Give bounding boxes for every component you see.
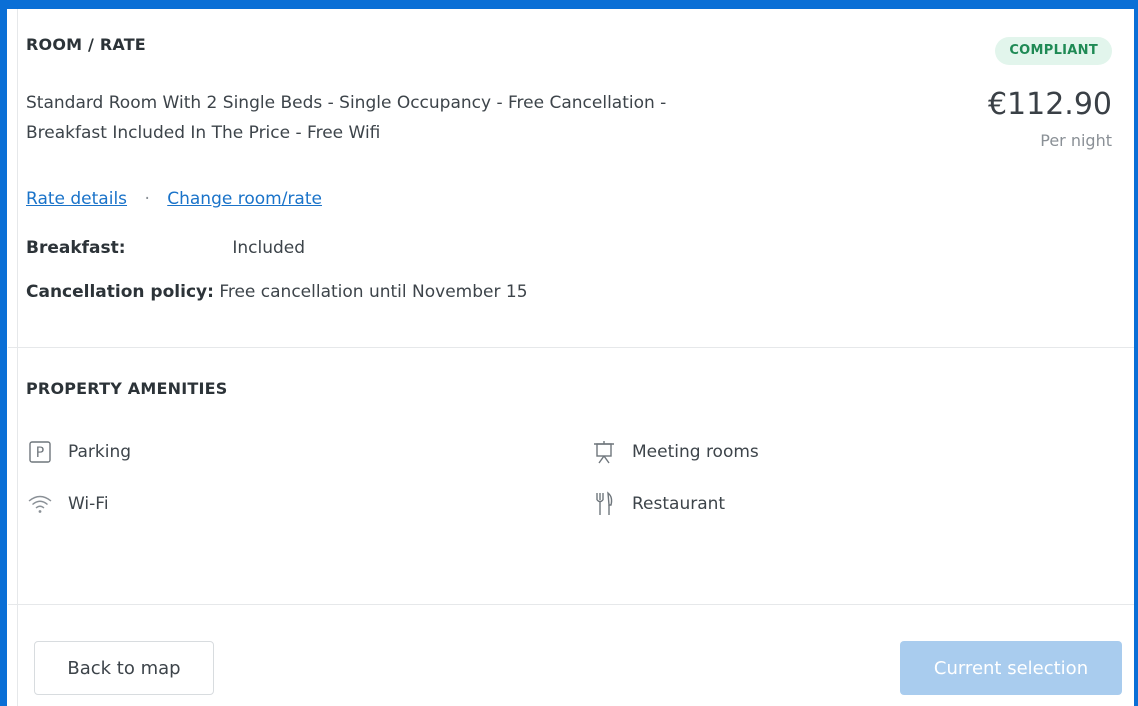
price-unit: Per night [1040, 131, 1112, 150]
room-description: Standard Room With 2 Single Beds - Singl… [26, 88, 766, 148]
wifi-icon [26, 490, 54, 518]
amenity-label: Meeting rooms [632, 442, 759, 462]
meeting-room-icon [590, 438, 618, 466]
cancellation-label: Cancellation policy: [26, 282, 214, 302]
rate-details-link[interactable]: Rate details [26, 189, 127, 209]
amenity-restaurant: Restaurant [590, 490, 725, 518]
panel-content: ROOM / RATE COMPLIANT Standard Room With… [8, 9, 1134, 706]
breakfast-row: Breakfast: Included [26, 238, 305, 258]
current-selection-button: Current selection [900, 641, 1122, 695]
footer-divider [8, 604, 1134, 605]
change-room-rate-link[interactable]: Change room/rate [167, 189, 322, 209]
cancellation-row: Cancellation policy: Free cancellation u… [26, 282, 528, 302]
back-to-map-button[interactable]: Back to map [34, 641, 214, 695]
section-divider [8, 347, 1134, 348]
room-description-line-1: Standard Room With 2 Single Beds - Singl… [26, 93, 667, 113]
amenity-parking: P Parking [26, 438, 131, 466]
amenity-meeting-rooms: Meeting rooms [590, 438, 759, 466]
amenity-wifi: Wi-Fi [26, 490, 109, 518]
room-rate-title: ROOM / RATE [26, 35, 146, 54]
room-description-line-2: Breakfast Included In The Price - Free W… [26, 123, 381, 143]
svg-text:P: P [36, 445, 44, 461]
amenities-title: PROPERTY AMENITIES [26, 379, 228, 398]
room-price: €112.90 [987, 87, 1112, 122]
breakfast-label: Breakfast: [26, 238, 126, 258]
cancellation-value: Free cancellation until November 15 [219, 282, 528, 302]
link-separator: · [144, 189, 150, 209]
rate-links: Rate details · Change room/rate [26, 189, 322, 209]
amenity-label: Restaurant [632, 494, 726, 514]
parking-icon: P [26, 438, 54, 466]
restaurant-icon [590, 490, 618, 518]
compliant-badge: COMPLIANT [995, 37, 1112, 65]
hotel-room-panel: ROOM / RATE COMPLIANT Standard Room With… [0, 0, 1138, 706]
breakfast-value: Included [232, 238, 306, 258]
amenity-label: Parking [68, 442, 132, 462]
amenity-label: Wi-Fi [68, 494, 109, 514]
